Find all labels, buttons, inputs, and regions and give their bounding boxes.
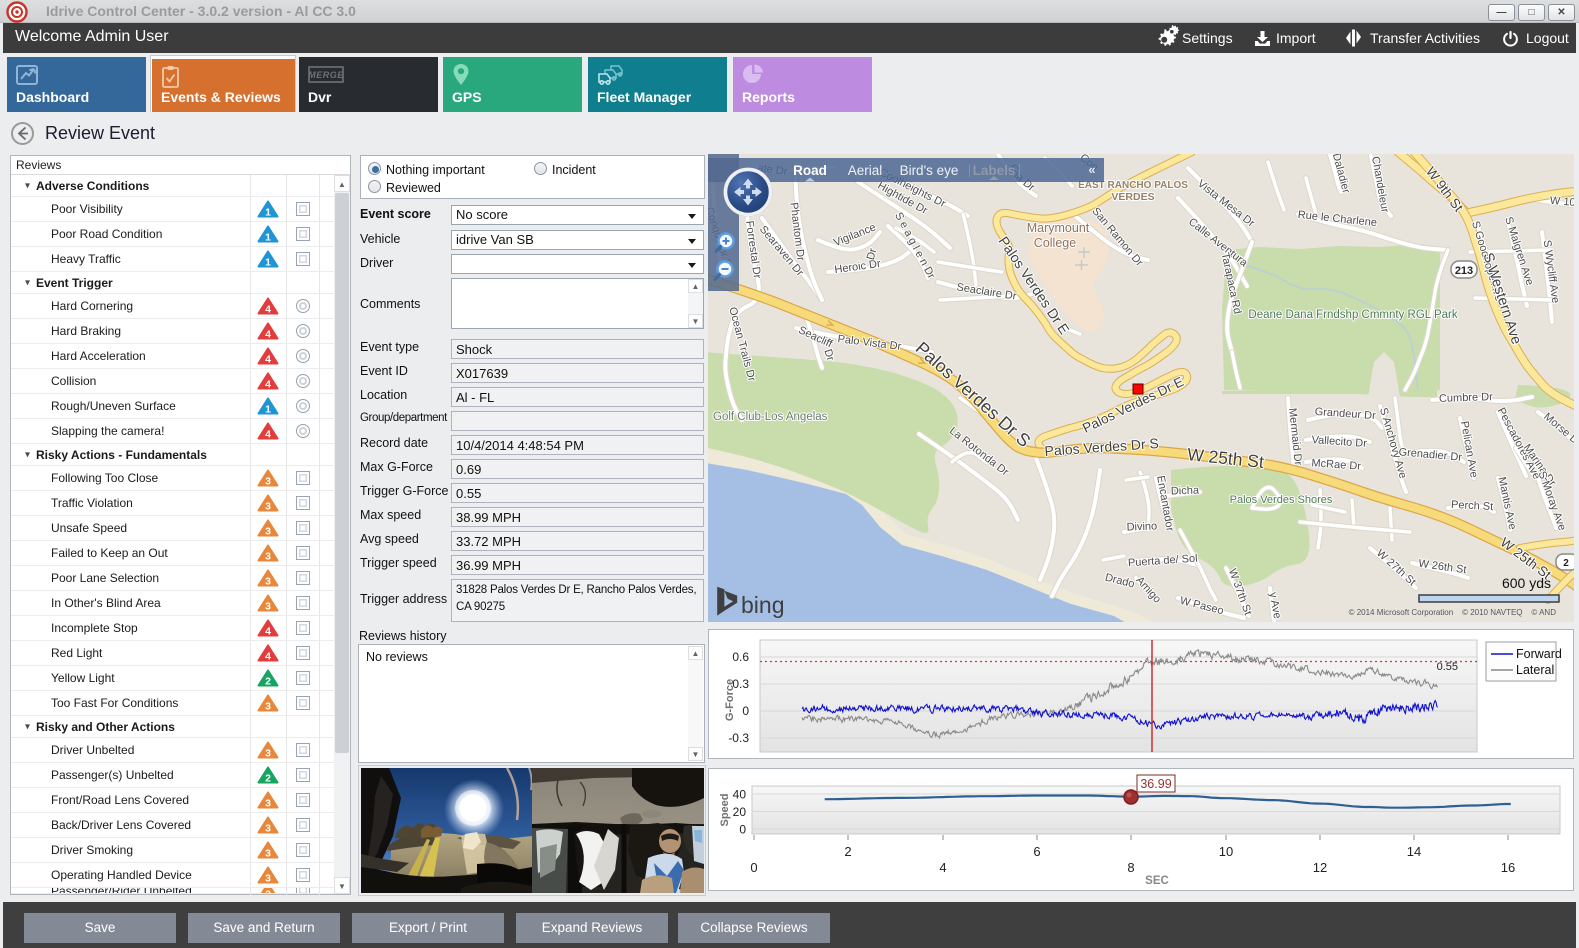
svg-text:4: 4	[265, 428, 271, 440]
svg-text:2: 2	[844, 844, 851, 859]
svg-text:1: 1	[265, 403, 271, 415]
svg-text:-0.3: -0.3	[728, 731, 749, 745]
svg-text:Bird's eye: Bird's eye	[900, 163, 959, 178]
svg-text:1: 1	[265, 231, 271, 243]
svg-text:600 yds: 600 yds	[1502, 575, 1551, 591]
svg-text:Deane Dana Frndshp Cmmnty RGL: Deane Dana Frndshp Cmmnty RGL Park	[1248, 309, 1457, 321]
svg-text:Cumbre Dr: Cumbre Dr	[1439, 391, 1494, 405]
svg-text:3: 3	[265, 525, 271, 537]
svg-text:Forward: Forward	[1516, 647, 1562, 661]
svg-text:Perch St: Perch St	[1451, 499, 1494, 513]
svg-text:MERGE: MERGE	[308, 70, 344, 80]
svg-text:1: 1	[265, 256, 271, 268]
svg-text:4: 4	[265, 303, 271, 315]
svg-text:3: 3	[265, 575, 271, 587]
svg-text:Speed: Speed	[719, 793, 731, 826]
svg-text:3: 3	[265, 475, 271, 487]
svg-text:36.99: 36.99	[1140, 777, 1171, 791]
svg-text:8: 8	[1127, 860, 1134, 875]
svg-text:Golf Club-Los Angelas: Golf Club-Los Angelas	[713, 411, 828, 423]
svg-text:3: 3	[265, 872, 271, 884]
svg-text:G-Force: G-Force	[724, 679, 736, 721]
svg-text:College: College	[1034, 236, 1076, 250]
svg-text:14: 14	[1407, 844, 1421, 859]
svg-text:bing: bing	[741, 592, 784, 618]
svg-text:4: 4	[939, 860, 946, 875]
svg-text:2: 2	[265, 675, 271, 687]
svg-text:3: 3	[265, 797, 271, 809]
svg-text:16: 16	[1501, 860, 1515, 875]
svg-text:2: 2	[1563, 558, 1569, 569]
svg-text:3: 3	[265, 500, 271, 512]
svg-text:40: 40	[733, 788, 747, 802]
svg-text:«: «	[1088, 162, 1095, 177]
svg-text:Aerial: Aerial	[848, 163, 883, 178]
svg-text:Dicha: Dicha	[1171, 484, 1200, 497]
svg-text:Marymount: Marymount	[1027, 221, 1090, 235]
svg-text:12: 12	[1313, 860, 1327, 875]
svg-text:Labels: Labels	[973, 163, 1016, 178]
svg-text:0: 0	[742, 704, 749, 718]
svg-text:4: 4	[265, 353, 271, 365]
svg-text:4: 4	[265, 625, 271, 637]
svg-text:3: 3	[265, 822, 271, 834]
svg-text:6: 6	[1033, 844, 1040, 859]
svg-text:Palos Verdes Shores: Palos Verdes Shores	[1230, 494, 1333, 506]
svg-text:0.6: 0.6	[732, 650, 749, 664]
svg-text:3: 3	[265, 747, 271, 759]
svg-text:Lateral: Lateral	[1516, 663, 1554, 677]
svg-text:4: 4	[265, 328, 271, 340]
svg-text:Road: Road	[793, 163, 827, 178]
svg-text:© 2014 Microsoft Corporation: © 2014 Microsoft Corporation © 2010 NAVT…	[1349, 608, 1557, 617]
svg-text:4: 4	[265, 378, 271, 390]
svg-text:2: 2	[265, 772, 271, 784]
svg-text:4: 4	[265, 650, 271, 662]
svg-text:20: 20	[733, 805, 747, 819]
svg-text:10: 10	[1219, 844, 1233, 859]
svg-text:0: 0	[750, 860, 757, 875]
svg-text:0.55: 0.55	[1437, 661, 1458, 673]
svg-text:3: 3	[265, 700, 271, 712]
svg-text:SEC: SEC	[1145, 875, 1169, 887]
svg-text:0: 0	[739, 823, 746, 837]
svg-text:1: 1	[265, 206, 271, 218]
svg-text:VERDES: VERDES	[1111, 191, 1154, 203]
svg-text:3: 3	[265, 847, 271, 859]
svg-text:3: 3	[265, 888, 271, 894]
svg-text:213: 213	[1455, 265, 1473, 277]
svg-text:3: 3	[265, 600, 271, 612]
svg-text:3: 3	[265, 550, 271, 562]
svg-text:Divino: Divino	[1126, 520, 1157, 533]
